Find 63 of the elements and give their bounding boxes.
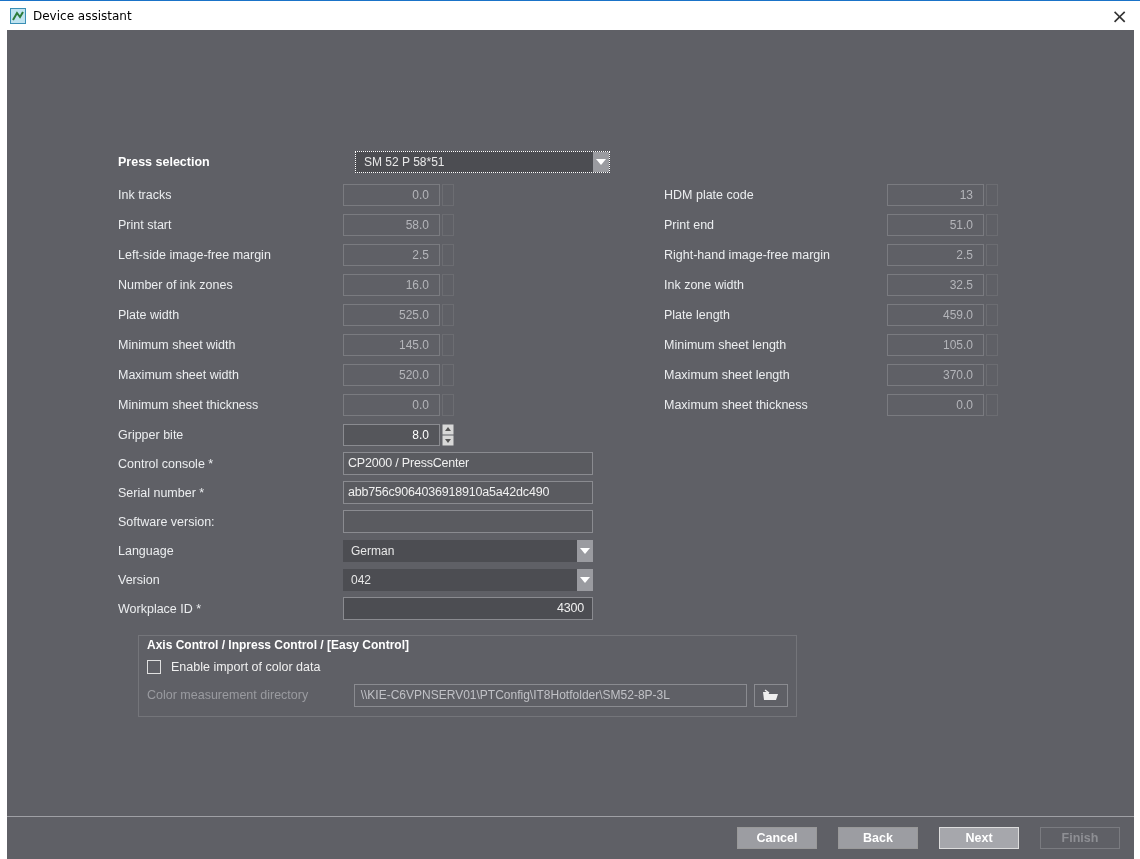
field-label: Left-side image-free margin bbox=[118, 248, 272, 262]
dropdown-arrow-icon bbox=[580, 576, 590, 583]
readonly-field[interactable]: 459.0 bbox=[887, 304, 984, 326]
field-label: Minimum sheet thickness bbox=[118, 398, 260, 412]
readonly-field[interactable]: 520.0 bbox=[343, 364, 440, 386]
dropdown[interactable]: 042 bbox=[343, 568, 593, 591]
readonly-field[interactable]: 32.5 bbox=[887, 274, 984, 296]
readonly-field[interactable]: 16.0 bbox=[343, 274, 440, 296]
readonly-field[interactable]: 370.0 bbox=[887, 364, 984, 386]
field-label: Plate length bbox=[664, 308, 732, 322]
checkbox-label: Enable import of color data bbox=[171, 660, 321, 674]
field-label: Maximum sheet length bbox=[664, 368, 791, 382]
readonly-field[interactable]: 105.0 bbox=[887, 334, 984, 356]
field-label: Ink tracks bbox=[118, 188, 173, 202]
readonly-field[interactable]: 2.5 bbox=[887, 244, 984, 266]
spinner-buttons[interactable] bbox=[442, 424, 454, 446]
field-label: Minimum sheet width bbox=[118, 338, 237, 352]
number-field[interactable]: 4300 bbox=[343, 597, 593, 620]
folder-icon bbox=[762, 689, 781, 701]
readonly-field[interactable]: 525.0 bbox=[343, 304, 440, 326]
field-label: Right-hand image-free margin bbox=[664, 248, 832, 262]
field-label: Control console * bbox=[118, 456, 215, 471]
field-label: Software version: bbox=[118, 514, 216, 529]
readonly-field[interactable]: 0.0 bbox=[343, 394, 440, 416]
readonly-field[interactable]: 0.0 bbox=[887, 394, 984, 416]
dialog-button[interactable]: Cancel bbox=[737, 827, 817, 849]
number-field[interactable]: 8.0 bbox=[343, 424, 440, 446]
field-label: Maximum sheet width bbox=[118, 368, 240, 382]
readonly-field[interactable]: 2.5 bbox=[343, 244, 440, 266]
readonly-field[interactable]: 13 bbox=[887, 184, 984, 206]
readonly-field[interactable]: 58.0 bbox=[343, 214, 440, 236]
press-dropdown[interactable]: SM 52 P 58*51 bbox=[355, 151, 610, 173]
checkbox[interactable] bbox=[147, 660, 161, 674]
dropdown-arrow-icon bbox=[596, 159, 606, 165]
text-field[interactable] bbox=[343, 510, 593, 533]
field-label: Version bbox=[118, 572, 161, 587]
field-label: Serial number * bbox=[118, 485, 206, 500]
text-field[interactable]: CP2000 / PressCenter bbox=[343, 452, 593, 475]
field-label: Gripper bite bbox=[118, 428, 185, 442]
dialog-button[interactable]: Back bbox=[838, 827, 918, 849]
field-label: Print start bbox=[118, 218, 173, 232]
app-icon bbox=[10, 7, 26, 24]
dialog-button[interactable]: Next bbox=[939, 827, 1019, 849]
dropdown[interactable]: German bbox=[343, 539, 593, 562]
field-label: Minimum sheet length bbox=[664, 338, 788, 352]
readonly-field[interactable]: 145.0 bbox=[343, 334, 440, 356]
field-label: Color measurement directory bbox=[147, 688, 310, 702]
field-label: Press selection bbox=[118, 155, 211, 169]
field-label: Workplace ID * bbox=[118, 601, 203, 616]
close-button[interactable]: × bbox=[1107, 5, 1132, 26]
browse-folder-button[interactable] bbox=[754, 683, 788, 707]
field-label: Ink zone width bbox=[664, 278, 745, 292]
field-label: HDM plate code bbox=[664, 188, 755, 202]
field-label: Language bbox=[118, 543, 175, 558]
field-label: Plate width bbox=[118, 308, 181, 322]
dropdown-arrow-icon bbox=[580, 547, 590, 554]
readonly-field[interactable]: 51.0 bbox=[887, 214, 984, 236]
readonly-field[interactable]: 0.0 bbox=[343, 184, 440, 206]
field-label: Maximum sheet thickness bbox=[664, 398, 809, 412]
text-field[interactable]: abb756c9064036918910a5a42dc490 bbox=[343, 481, 593, 504]
field-label: Number of ink zones bbox=[118, 278, 234, 292]
field-label: Print end bbox=[664, 218, 716, 232]
window-title: Device assistant bbox=[33, 8, 133, 23]
